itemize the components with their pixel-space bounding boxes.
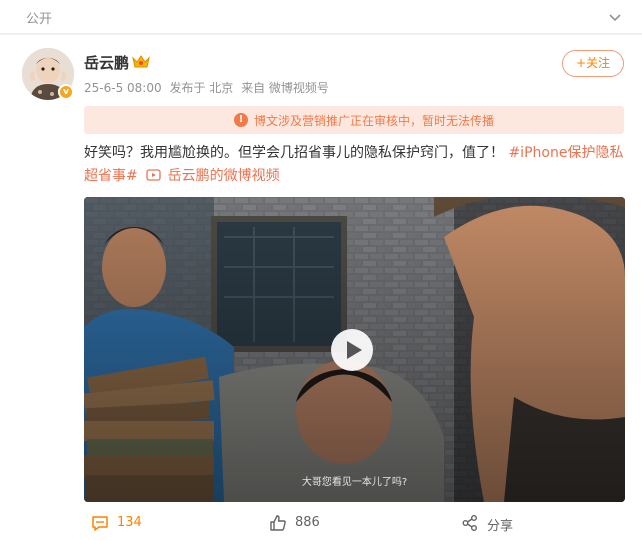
- warning-icon: !: [234, 113, 248, 127]
- thumbs-up-icon: [270, 515, 286, 531]
- share-icon: [462, 515, 477, 531]
- post-meta: 25-6-5 08:00 发布于 北京 来自 微博视频号: [84, 79, 333, 96]
- like-button[interactable]: 886: [269, 514, 329, 532]
- post-timestamp[interactable]: 25-6-5 08:00: [84, 81, 162, 95]
- follow-button[interactable]: +关注: [562, 50, 624, 77]
- post-text: 好笑吗？我用尴尬换的。但学会几招省事儿的隐私保护窍门，值了！ #iPhone保护…: [84, 142, 624, 188]
- crown-badge-icon[interactable]: [131, 53, 151, 71]
- review-notice: ! 博文涉及营销推广正在审核中，暂时无法传播: [84, 106, 624, 134]
- weibo-post-card: v 岳云鹏 25-6-5 08:00 发布于 北京 来自 微博视频号 +关注 !…: [0, 35, 642, 541]
- comment-button[interactable]: 134: [91, 514, 151, 532]
- verified-badge-icon: v: [58, 84, 74, 100]
- username[interactable]: 岳云鹏: [84, 52, 129, 73]
- video-subtitle: 大哥您看见一本儿了吗?: [301, 477, 408, 488]
- comment-icon: [92, 516, 108, 531]
- post-source[interactable]: 来自 微博视频号: [241, 81, 329, 95]
- share-button[interactable]: 分享: [461, 514, 521, 534]
- review-notice-text: 博文涉及营销推广正在审核中，暂时无法传播: [254, 114, 495, 128]
- post-location: 发布于 北京: [169, 81, 234, 95]
- visibility-label: 公开: [26, 12, 53, 27]
- chevron-down-icon[interactable]: [607, 9, 623, 25]
- action-bar: 134 886 分享: [0, 505, 642, 541]
- comment-count: 134: [117, 515, 142, 530]
- video-link-icon: [146, 169, 161, 181]
- play-button-icon[interactable]: [331, 329, 373, 371]
- share-label: 分享: [487, 519, 514, 534]
- video-link[interactable]: 岳云鹏的微博视频: [168, 168, 280, 184]
- top-bar: 公开: [0, 0, 642, 34]
- post-body: 好笑吗？我用尴尬换的。但学会几招省事儿的隐私保护窍门，值了！: [84, 145, 504, 161]
- video-player[interactable]: 大哥您看见一本儿了吗?: [84, 197, 625, 502]
- like-count: 886: [295, 515, 320, 530]
